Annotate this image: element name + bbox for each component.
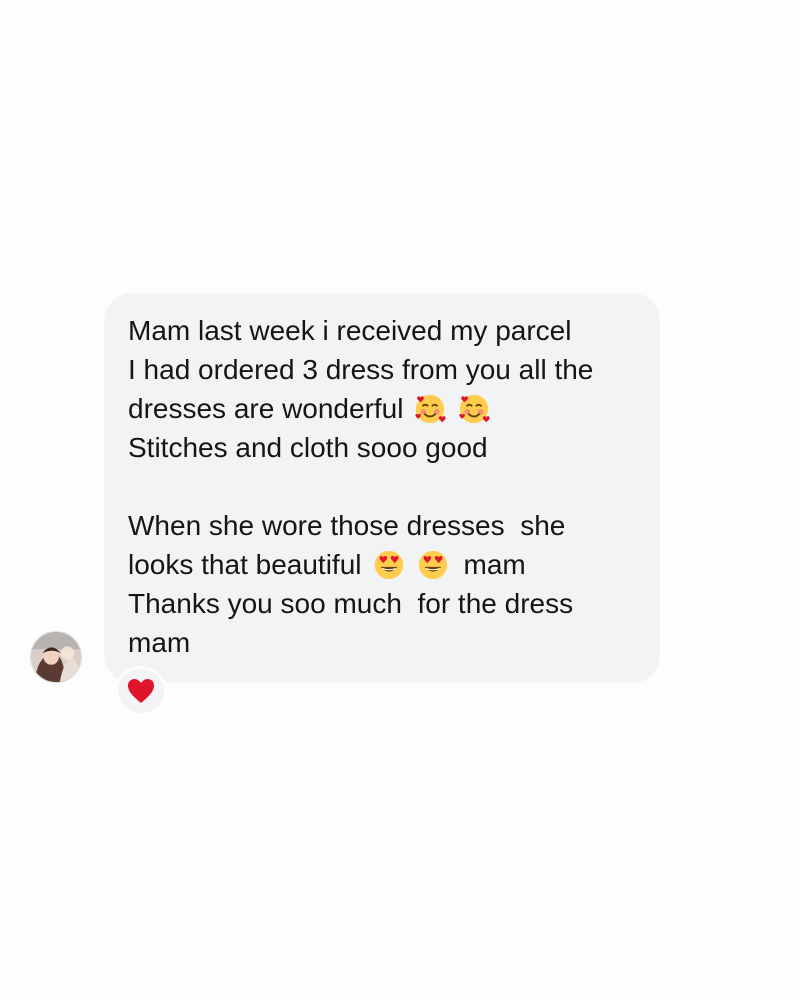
message-text: Mam last week i received my parcel xyxy=(128,315,572,346)
message-line: dresses are wonderful xyxy=(128,389,640,428)
message-text: mam xyxy=(463,549,526,580)
message-line: Stitches and cloth sooo good xyxy=(128,428,640,467)
message-line: I had ordered 3 dress from you all the xyxy=(128,350,640,389)
message-line: looks that beautiful mam xyxy=(128,545,640,584)
smiling-face-with-hearts-icon xyxy=(413,392,447,426)
smiling-face-with-hearts-icon xyxy=(457,392,491,426)
message-bubble[interactable]: Mam last week i received my parcel I had… xyxy=(104,293,660,683)
message-line: mam xyxy=(128,623,640,662)
message-text: I had ordered 3 dress from you all the xyxy=(128,354,594,385)
reaction-badge[interactable] xyxy=(115,666,167,716)
message-text: mam xyxy=(128,627,191,658)
heart-eyes-icon xyxy=(416,548,450,582)
message-text: dresses are wonderful xyxy=(128,393,404,424)
message-text: Thanks you soo much for the dress xyxy=(128,588,574,619)
message-text: When she wore those dresses she xyxy=(128,510,566,541)
red-heart-icon xyxy=(128,679,154,703)
profile-avatar-icon xyxy=(31,632,81,682)
message-text: looks that beautiful xyxy=(128,549,362,580)
message-line: When she wore those dresses she xyxy=(128,506,640,545)
avatar[interactable] xyxy=(30,631,82,683)
message-line: Thanks you soo much for the dress xyxy=(128,584,640,623)
message-line: Mam last week i received my parcel xyxy=(128,311,640,350)
heart-eyes-icon xyxy=(372,548,406,582)
message-text: Stitches and cloth sooo good xyxy=(128,432,488,463)
